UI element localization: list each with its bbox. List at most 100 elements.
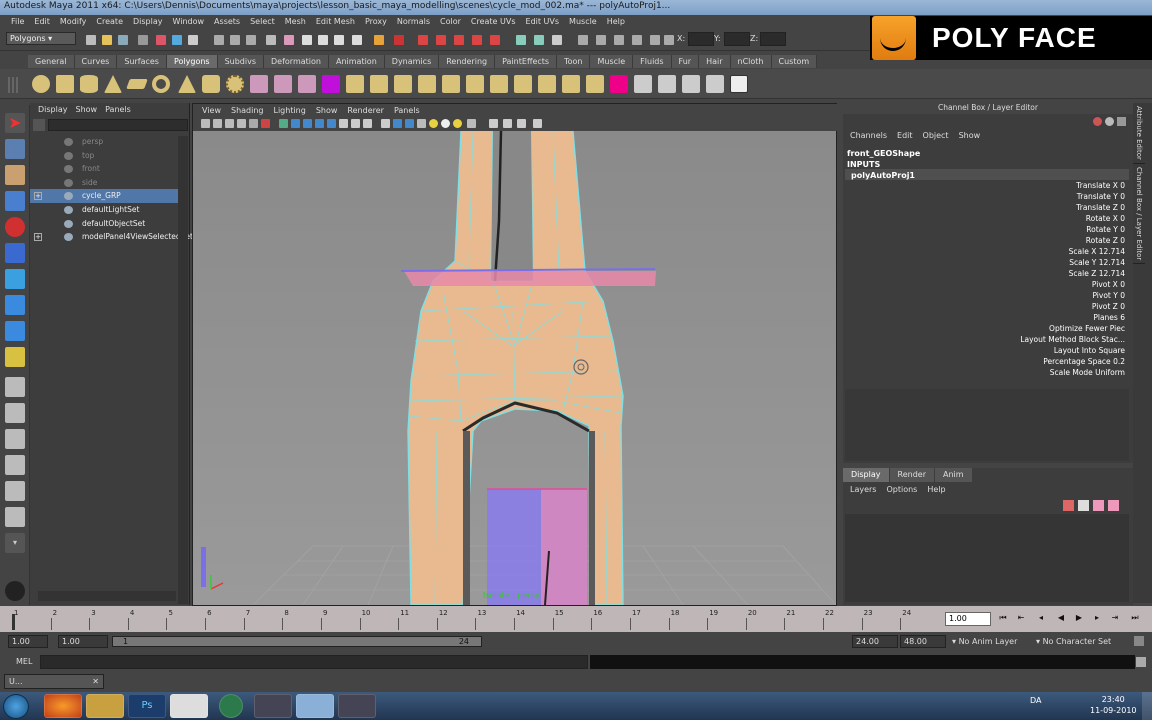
separate-icon[interactable] bbox=[274, 75, 292, 93]
select-component-icon[interactable] bbox=[188, 35, 198, 45]
menu-create[interactable]: Create bbox=[91, 15, 128, 29]
curve-mask-icon[interactable] bbox=[266, 35, 276, 45]
relative-mode-icon[interactable] bbox=[596, 35, 606, 45]
shelf-tab-general[interactable]: General bbox=[28, 55, 75, 68]
attribute-value[interactable]: 0 bbox=[1120, 236, 1125, 245]
menu-set-selector[interactable]: Polygons ▾ bbox=[6, 32, 76, 45]
channel-attribute-row[interactable]: Rotate X 0 bbox=[985, 213, 1125, 224]
menu-window[interactable]: Window bbox=[168, 15, 210, 29]
step-back-key-icon[interactable]: ⇤ bbox=[1016, 613, 1026, 623]
select-camera-icon[interactable] bbox=[201, 119, 210, 128]
menu-display[interactable]: Display bbox=[128, 15, 168, 29]
channel-menu-channels[interactable]: Channels bbox=[845, 130, 892, 142]
show-tool-settings-icon[interactable] bbox=[552, 35, 562, 45]
attribute-value[interactable]: 12.714 bbox=[1099, 269, 1125, 278]
viewport-menu-shading[interactable]: Shading bbox=[226, 104, 269, 117]
anim-layer-dropdown[interactable]: ▾ No Anim Layer bbox=[952, 635, 1032, 648]
layer-menu-options[interactable]: Options bbox=[881, 484, 922, 496]
attribute-value[interactable]: 0 bbox=[1120, 302, 1125, 311]
shelf-menu-icon[interactable] bbox=[8, 77, 18, 93]
menu-normals[interactable]: Normals bbox=[392, 15, 435, 29]
photoshop-icon[interactable]: Ps bbox=[128, 694, 166, 718]
channel-attribute-row[interactable]: Planes 6 bbox=[985, 312, 1125, 323]
shelf-tab-fluids[interactable]: Fluids bbox=[633, 55, 672, 68]
layer-menu-help[interactable]: Help bbox=[922, 484, 950, 496]
viewport-menu-panels[interactable]: Panels bbox=[389, 104, 425, 117]
x-field[interactable] bbox=[688, 32, 714, 46]
cylindrical-mapping-icon[interactable] bbox=[658, 75, 676, 93]
record-icon[interactable] bbox=[5, 581, 25, 601]
side-tab-channel-box-layer-editor[interactable]: Channel Box / Layer Editor bbox=[1133, 164, 1145, 265]
save-scene-icon[interactable] bbox=[118, 35, 128, 45]
channel-attribute-row[interactable]: Layout Method Block Stac... bbox=[985, 334, 1125, 345]
step-forward-frame-icon[interactable]: ▸ bbox=[1092, 613, 1102, 623]
attribute-value[interactable]: Uniform bbox=[1095, 368, 1125, 377]
rename-mode-icon[interactable] bbox=[614, 35, 624, 45]
last-tool-icon[interactable] bbox=[5, 347, 25, 367]
layer-tab-display[interactable]: Display bbox=[843, 468, 889, 482]
brush-icon[interactable] bbox=[1117, 117, 1126, 126]
construction-history-icon[interactable] bbox=[394, 35, 404, 45]
input-mode-icon[interactable] bbox=[578, 35, 588, 45]
layout-menu-icon[interactable]: ▾ bbox=[5, 533, 25, 553]
transform-field-icon[interactable] bbox=[650, 35, 660, 45]
insert-edge-loop-icon[interactable] bbox=[562, 75, 580, 93]
channel-attribute-row[interactable]: Scale Mode Uniform bbox=[985, 367, 1125, 378]
menu-edit[interactable]: Edit bbox=[29, 15, 55, 29]
mel-label[interactable]: MEL bbox=[16, 657, 32, 666]
perspective-viewport[interactable]: View Shading Lighting Show Renderer Panels bbox=[192, 103, 838, 606]
tray-language[interactable]: DA bbox=[1030, 696, 1042, 705]
channel-attribute-row[interactable]: Translate Z 0 bbox=[985, 202, 1125, 213]
outliner-hscrollbar[interactable] bbox=[38, 591, 176, 601]
uv-persp-layout-icon[interactable] bbox=[5, 507, 25, 527]
poly-pipe-icon[interactable] bbox=[202, 75, 220, 93]
layer-tab-anim[interactable]: Anim bbox=[934, 468, 972, 482]
hypershade-persp-layout-icon[interactable] bbox=[5, 481, 25, 501]
render-settings-icon[interactable] bbox=[472, 35, 482, 45]
high-quality-icon[interactable] bbox=[441, 119, 450, 128]
new-scene-icon[interactable] bbox=[86, 35, 96, 45]
menu-proxy[interactable]: Proxy bbox=[360, 15, 392, 29]
poly-sphere-icon[interactable] bbox=[32, 75, 50, 93]
combine-icon[interactable] bbox=[250, 75, 268, 93]
range-slider[interactable]: 1 24 bbox=[112, 636, 482, 647]
outliner-item[interactable]: + cycle_GRP bbox=[30, 189, 180, 204]
channel-attribute-row[interactable]: Percentage Space 0.2 bbox=[985, 356, 1125, 367]
grid-toggle-icon[interactable] bbox=[249, 119, 258, 128]
bookmarks-icon[interactable] bbox=[225, 119, 234, 128]
attribute-value[interactable]: 0 bbox=[1120, 280, 1125, 289]
attribute-value[interactable]: 0 bbox=[1120, 225, 1125, 234]
vertex-mask-icon[interactable] bbox=[214, 35, 224, 45]
attribute-value[interactable]: 0 bbox=[1120, 203, 1125, 212]
manipulator-tool-icon[interactable] bbox=[5, 269, 25, 289]
minimized-window[interactable]: U... ✕ bbox=[4, 674, 104, 689]
select-tool-icon[interactable]: ➤ bbox=[5, 113, 25, 133]
split-polygon-icon[interactable] bbox=[538, 75, 556, 93]
channel-attribute-row[interactable]: Rotate Y 0 bbox=[985, 224, 1125, 235]
channel-object-name[interactable]: front_GEOShape bbox=[847, 149, 920, 158]
menu-edit-uvs[interactable]: Edit UVs bbox=[521, 15, 565, 29]
camera-attributes-icon[interactable] bbox=[213, 119, 222, 128]
shelf-tab-subdivs[interactable]: Subdivs bbox=[217, 55, 265, 68]
extrude-icon[interactable] bbox=[442, 75, 460, 93]
sculpt-geometry-icon[interactable] bbox=[610, 75, 628, 93]
shelf-tab-dynamics[interactable]: Dynamics bbox=[384, 55, 440, 68]
append-polygon-icon[interactable] bbox=[490, 75, 508, 93]
show-manipulator-icon[interactable] bbox=[5, 321, 25, 341]
menu-help[interactable]: Help bbox=[602, 15, 630, 29]
gate-mask-icon[interactable] bbox=[291, 119, 300, 128]
shelf-tab-deformation[interactable]: Deformation bbox=[264, 55, 329, 68]
viewport-menu-lighting[interactable]: Lighting bbox=[268, 104, 310, 117]
maya-icon[interactable] bbox=[170, 694, 208, 718]
mirror-geometry-icon[interactable] bbox=[418, 75, 436, 93]
poly-torus-icon[interactable] bbox=[152, 75, 170, 93]
outliner-item[interactable]: defaultObjectSet bbox=[30, 217, 180, 231]
key-icon[interactable] bbox=[1093, 117, 1102, 126]
attribute-value[interactable]: 12.714 bbox=[1099, 247, 1125, 256]
attribute-value[interactable]: 0 bbox=[1120, 192, 1125, 201]
playback-end-field[interactable]: 24.00 bbox=[852, 635, 898, 648]
outliner-menu-display[interactable]: Display bbox=[34, 103, 72, 116]
shelf-tab-ncloth[interactable]: nCloth bbox=[730, 55, 772, 68]
isolate-select-icon[interactable] bbox=[467, 119, 476, 128]
soft-modification-icon[interactable] bbox=[5, 295, 25, 315]
